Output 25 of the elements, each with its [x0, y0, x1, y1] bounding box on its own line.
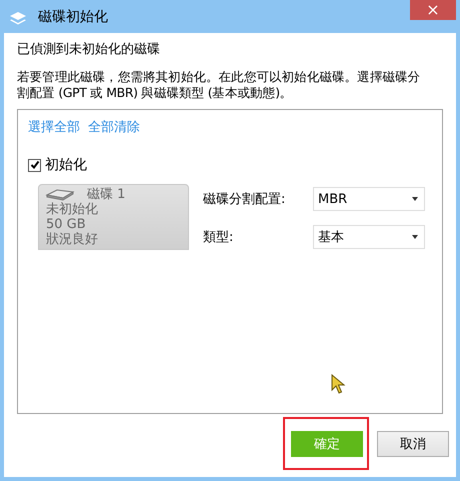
checkbox-label: 初始化: [45, 156, 87, 174]
disk-info-text: 50 GB: [46, 217, 87, 232]
mouse-cursor-icon: [331, 374, 347, 396]
checkbox[interactable]: [28, 158, 41, 172]
setting-label: 類型:: [203, 229, 234, 246]
dropdown[interactable]: 基本: [313, 225, 425, 249]
dropdown[interactable]: MBR: [313, 187, 425, 211]
dropdown-caret-icon: [412, 235, 418, 239]
checkmark-icon: [30, 160, 40, 170]
confirm-button[interactable]: 確定: [291, 431, 363, 457]
cancel-button[interactable]: 取消: [377, 431, 449, 457]
disk-info-text: 狀況良好: [46, 232, 99, 247]
link[interactable]: 選擇全部: [28, 118, 80, 136]
link[interactable]: 全部清除: [88, 118, 140, 136]
layers-icon: [9, 11, 27, 27]
disk-card[interactable]: 磁碟 1 未初始化 50 GB 狀況良好: [38, 184, 189, 250]
window-title: 磁碟初始化: [38, 8, 108, 26]
disk-drive-icon: [45, 188, 75, 202]
disk-name: 磁碟 1: [87, 187, 126, 202]
heading-text: 已偵測到未初始化的磁碟: [17, 41, 161, 58]
setting-label: 磁碟分割配置:: [203, 191, 286, 208]
description-text: 若要管理此磁碟，您需將其初始化。在此您可以初始化磁碟。選擇磁碟分割配置 (GPT 或 MBR) 與磁碟類型 (基本或動態)。: [17, 69, 422, 101]
dropdown-caret-icon: [412, 197, 418, 201]
disk-info-text: 未初始化: [46, 202, 99, 217]
close-button[interactable]: ×: [410, 0, 456, 20]
